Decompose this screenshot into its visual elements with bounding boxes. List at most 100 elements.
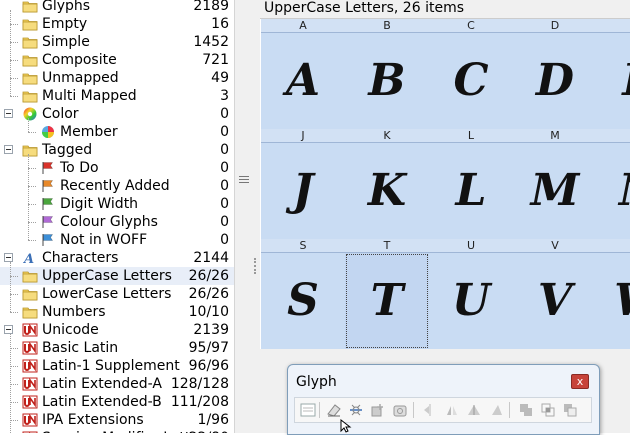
- glyph-preview: J: [261, 143, 345, 239]
- tree-item-count: 721: [202, 52, 229, 68]
- tree-item[interactable]: Spacing Modifier Letters22/80: [0, 429, 234, 433]
- tree-item[interactable]: Multi Mapped 3: [0, 87, 234, 105]
- tree-connector: [10, 24, 18, 25]
- tree-connector: [28, 168, 36, 169]
- collapse-toggle-icon[interactable]: [4, 325, 13, 334]
- glyph-palette[interactable]: Glyph x: [287, 364, 600, 435]
- add-component-icon[interactable]: [369, 401, 387, 419]
- eraser-icon[interactable]: [325, 401, 343, 419]
- glyph-cell-name: W: [597, 239, 630, 253]
- collapse-toggle-icon[interactable]: [4, 145, 13, 154]
- tree-item-count: 1452: [193, 34, 229, 50]
- glyph-cell[interactable]: MM: [513, 129, 597, 239]
- tree-item-count: 128/128: [170, 376, 229, 392]
- tree-item[interactable]: Tagged 0: [0, 141, 234, 159]
- tree-item[interactable]: Latin Extended-B 111/208: [0, 393, 234, 411]
- slant-left-icon[interactable]: [465, 401, 483, 419]
- tree-item[interactable]: LowerCase Letters 26/26: [0, 285, 234, 303]
- glyph-cell[interactable]: BB: [345, 19, 429, 129]
- glyph-cell-name: U: [429, 239, 513, 253]
- tree-item[interactable]: Recently Added 0: [0, 177, 234, 195]
- tree-item[interactable]: Latin Extended-A 128/128: [0, 375, 234, 393]
- unicode-icon: [22, 413, 38, 427]
- collapse-toggle-icon[interactable]: [4, 253, 13, 262]
- slant-right-icon[interactable]: [487, 401, 505, 419]
- tree-item[interactable]: Basic Latin 95/97: [0, 339, 234, 357]
- splitter-grip-icon[interactable]: [239, 176, 249, 186]
- category-tree[interactable]: Glyphs 2189 Empty 16 Simple 1452 Composite 721 U…: [0, 0, 234, 433]
- tree-item-count: 0: [220, 196, 229, 212]
- glyph-cell[interactable]: DD: [513, 19, 597, 129]
- glyph-cell[interactable]: VV: [513, 239, 597, 349]
- green-flag-icon: [40, 197, 56, 211]
- glyph-cell[interactable]: CC: [429, 19, 513, 129]
- toolbar-separator: [319, 402, 320, 418]
- glyph-cell[interactable]: TT: [345, 239, 429, 349]
- tree-item[interactable]: To Do 0: [0, 159, 234, 177]
- palette-title: Glyph: [296, 374, 337, 390]
- glyph-cell[interactable]: KK: [345, 129, 429, 239]
- unicode-icon: [22, 323, 38, 337]
- glyph-grid[interactable]: AABBCCDDEE JJKKLLMMNN SSTTUUVVWW: [260, 18, 630, 349]
- tree-item[interactable]: Numbers 10/10: [0, 303, 234, 321]
- tree-item[interactable]: Composite 721: [0, 51, 234, 69]
- tree-connector: [28, 118, 29, 132]
- collapse-toggle-icon[interactable]: [4, 109, 13, 118]
- tree-item[interactable]: Colour Glyphs 0: [0, 213, 234, 231]
- tree-item[interactable]: Unmapped 49: [0, 69, 234, 87]
- glyph-cell-name: B: [345, 19, 429, 33]
- tree-connector: [28, 154, 29, 240]
- tree-connector: [10, 42, 18, 43]
- tree-item[interactable]: Simple 1452: [0, 33, 234, 51]
- mirror-icon[interactable]: [443, 401, 461, 419]
- tree-item[interactable]: Unicode 2139: [0, 321, 234, 339]
- intersect-icon[interactable]: [539, 401, 557, 419]
- glyph-cell[interactable]: EE: [597, 19, 630, 129]
- glyph-cell[interactable]: AA: [261, 19, 345, 129]
- folder-icon: [22, 305, 38, 319]
- tree-item[interactable]: Member 0: [0, 123, 234, 141]
- subtract-icon[interactable]: [561, 401, 579, 419]
- glyph-cell[interactable]: WW: [597, 239, 630, 349]
- glyph-preview: T: [345, 253, 429, 349]
- tree-connector: [10, 366, 18, 367]
- tree-item[interactable]: Digit Width 0: [0, 195, 234, 213]
- color-wheel-icon: [22, 107, 38, 121]
- tree-item[interactable]: IPA Extensions 1/96: [0, 411, 234, 429]
- tree-item-count: 0: [220, 178, 229, 194]
- glyph-preview: C: [429, 33, 513, 129]
- flip-horizontal-icon[interactable]: [421, 401, 439, 419]
- glyph-preview: K: [345, 143, 429, 239]
- tree-item[interactable]: Not in WOFF 0: [0, 231, 234, 249]
- color-ball-icon: [40, 125, 56, 139]
- glyph-cell[interactable]: NN: [597, 129, 630, 239]
- tree-item-label: Multi Mapped: [42, 88, 137, 104]
- tree-item-label: Composite: [42, 52, 117, 68]
- tree-item-count: 0: [220, 232, 229, 248]
- tree-item-label: Latin-1 Supplement: [42, 358, 180, 374]
- glyph-cell[interactable]: UU: [429, 239, 513, 349]
- blue-flag-icon: [40, 233, 56, 247]
- tree-item[interactable]: Empty 16: [0, 15, 234, 33]
- tree-item[interactable]: A Characters 2144: [0, 249, 234, 267]
- glyph-cell-name: C: [429, 19, 513, 33]
- glyph-properties-icon[interactable]: [299, 401, 317, 419]
- tree-item-count: 0: [220, 214, 229, 230]
- unicode-icon: [22, 341, 38, 355]
- union-icon[interactable]: [517, 401, 535, 419]
- orange-flag-icon: [40, 179, 56, 193]
- decompose-icon[interactable]: [347, 401, 365, 419]
- glyph-cell[interactable]: LL: [429, 129, 513, 239]
- tree-item[interactable]: Latin-1 Supplement 96/96: [0, 357, 234, 375]
- tree-item[interactable]: Glyphs 2189: [0, 0, 234, 15]
- tree-item[interactable]: UpperCase Letters 26/26: [0, 267, 234, 285]
- tree-item-label: To Do: [60, 160, 99, 176]
- unicode-icon: [22, 359, 38, 373]
- glyph-cell[interactable]: JJ: [261, 129, 345, 239]
- replace-component-icon[interactable]: [391, 401, 409, 419]
- panel-splitter[interactable]: [234, 0, 260, 433]
- glyph-cell[interactable]: SS: [261, 239, 345, 349]
- palette-close-button[interactable]: x: [571, 374, 589, 389]
- tree-item[interactable]: Color 0: [0, 105, 234, 123]
- tree-item-label: LowerCase Letters: [42, 286, 172, 302]
